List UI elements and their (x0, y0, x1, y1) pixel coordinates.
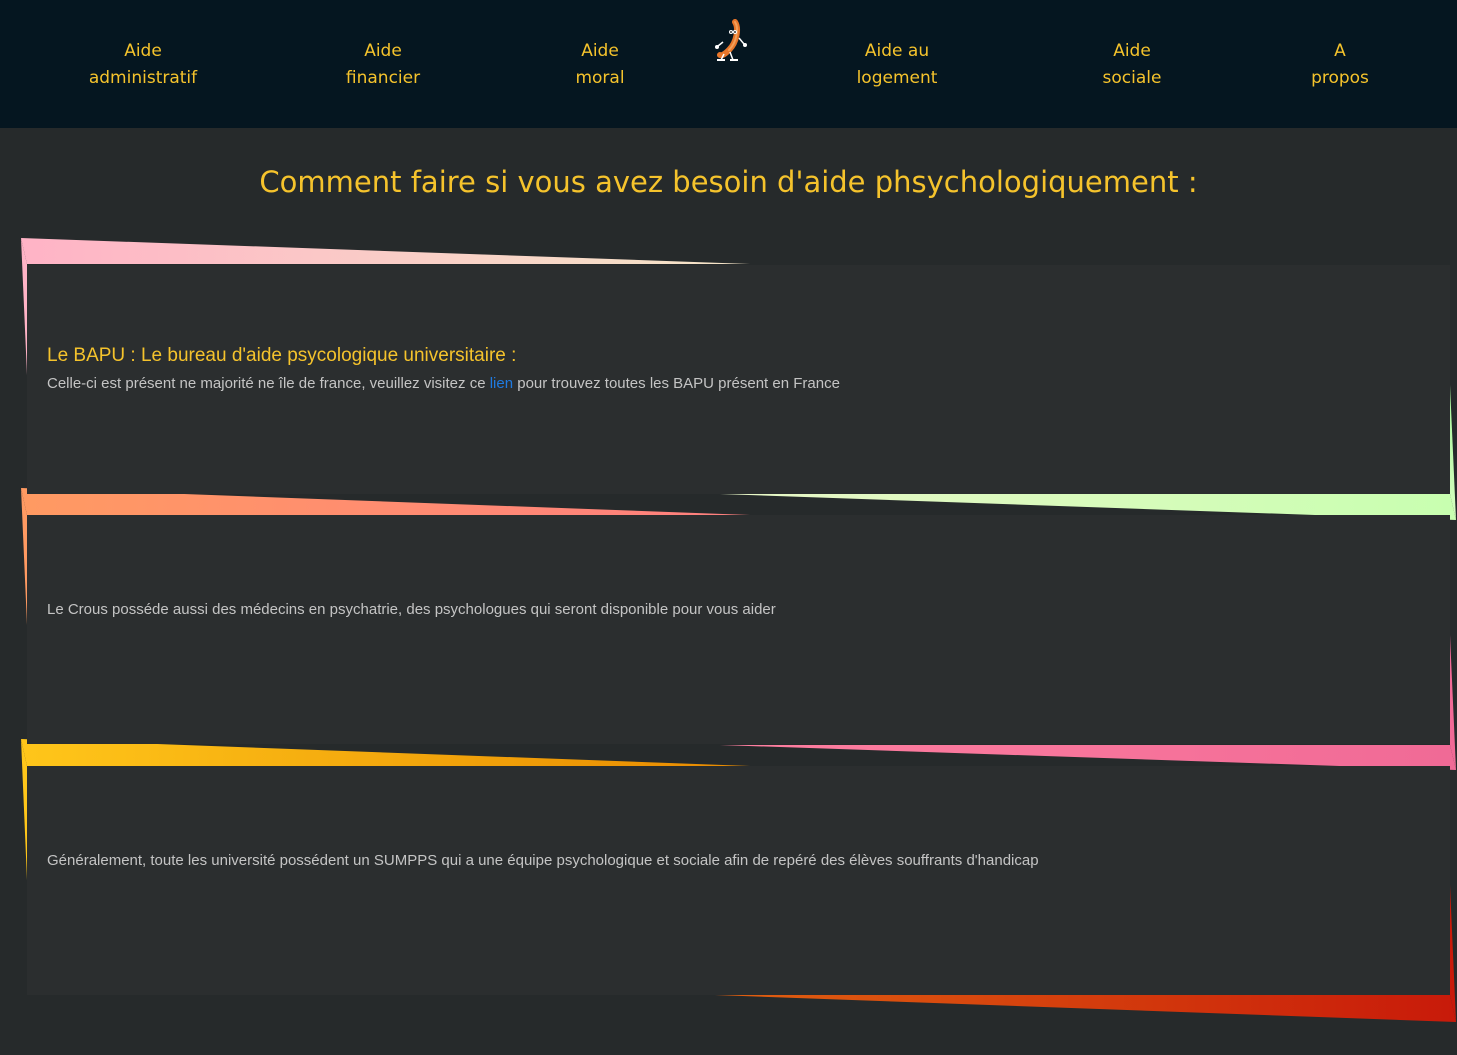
card-sumpps: Généralement, toute les université possé… (27, 766, 1450, 995)
card-text: Celle-ci est présent ne majorité ne île … (47, 375, 840, 392)
card-text: Le Crous posséde aussi des médecins en p… (47, 601, 776, 618)
bapu-link[interactable]: lien (490, 375, 513, 392)
card-bapu: Le BAPU : Le bureau d'aide psycologique … (27, 265, 1450, 494)
card-text: Généralement, toute les université possé… (47, 852, 1039, 869)
card-heading: Le BAPU : Le bureau d'aide psycologique … (47, 345, 517, 366)
card-crous: Le Crous posséde aussi des médecins en p… (27, 515, 1450, 744)
card-text-after-link: pour trouvez toutes les BAPU présent en … (513, 375, 840, 392)
card-text-before-link: Celle-ci est présent ne majorité ne île … (47, 375, 490, 392)
